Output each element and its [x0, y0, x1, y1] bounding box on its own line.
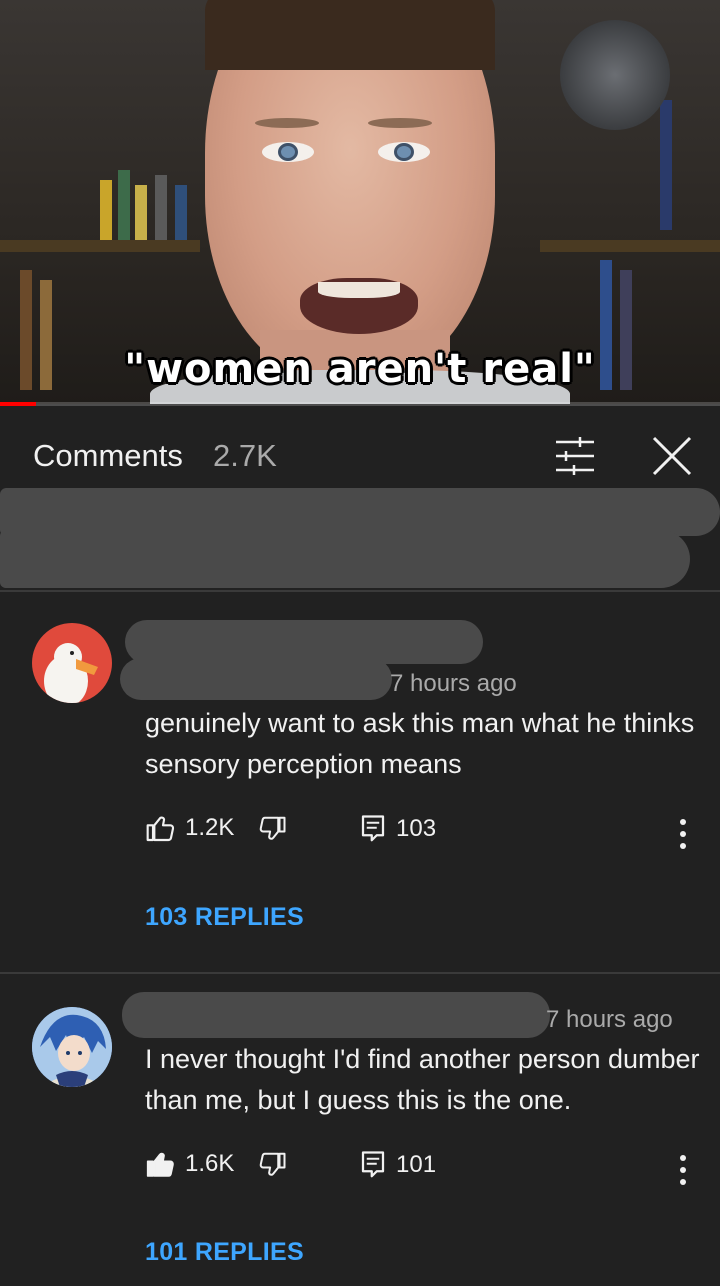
reply-icon [361, 815, 385, 842]
reply-button[interactable]: 103 [360, 814, 436, 844]
redacted-username [122, 992, 550, 1038]
bookshelf [540, 240, 720, 252]
book [155, 175, 167, 240]
duck-avatar[interactable] [32, 623, 112, 703]
comment-text: I never thought I'd find another person … [145, 1044, 700, 1115]
thumbs-up-filled-icon [146, 1152, 174, 1177]
redacted-area [0, 488, 720, 536]
bookshelf [0, 240, 200, 252]
redacted-username [120, 658, 392, 700]
view-replies-link[interactable]: 101 REPLIES [145, 1238, 304, 1267]
comment-timestamp: 7 hours ago [546, 1006, 673, 1033]
eye [378, 142, 430, 162]
reply-count: 101 [396, 1151, 437, 1178]
thumbs-up-icon [146, 816, 175, 842]
like-count: 1.2K [185, 814, 235, 841]
teeth [318, 282, 400, 298]
eyebrow [368, 118, 432, 128]
thumbs-down-icon [259, 1152, 286, 1176]
reply-count: 103 [396, 815, 437, 842]
book [118, 170, 130, 240]
close-button[interactable] [650, 434, 694, 478]
dislike-button[interactable] [257, 1150, 287, 1180]
more-vertical-icon [680, 1155, 686, 1185]
like-button[interactable]: 1.2K [145, 812, 234, 844]
comments-header: Comments 2.7K [0, 406, 720, 500]
reply-button[interactable]: 101 [360, 1150, 436, 1180]
anime-character-avatar[interactable] [32, 1007, 112, 1087]
book [175, 185, 187, 240]
person-hair [205, 0, 495, 70]
close-icon [652, 436, 692, 476]
comment-actions: 1.6K 101 [145, 1146, 705, 1186]
comment-timestamp: 7 hours ago [390, 670, 517, 697]
comments-title: Comments [33, 438, 183, 473]
more-options-button[interactable] [668, 814, 698, 854]
redacted-area [0, 530, 690, 588]
sliders-icon [556, 437, 594, 475]
reply-icon [361, 1151, 385, 1178]
book [660, 100, 672, 230]
anime-character-icon [32, 1007, 112, 1087]
sort-filter-button[interactable] [552, 436, 598, 476]
view-replies-link[interactable]: 103 REPLIES [145, 903, 304, 932]
eye [262, 142, 314, 162]
dislike-button[interactable] [257, 814, 287, 844]
book [135, 185, 147, 240]
comment-text: genuinely want to ask this man what he t… [145, 708, 695, 779]
comment-actions: 1.2K 103 [145, 810, 705, 850]
video-caption: "women aren't real" [124, 346, 596, 392]
video-player[interactable]: "women aren't real" [0, 0, 720, 404]
like-count: 1.6K [185, 1150, 235, 1177]
book [100, 180, 112, 240]
eyebrow [255, 118, 319, 128]
comments-count: 2.7K [213, 438, 277, 473]
comment: 7 hours ago genuinely want to ask this m… [0, 590, 720, 972]
duck-icon [44, 643, 98, 703]
thumbs-down-icon [259, 816, 286, 840]
lamp [560, 20, 670, 130]
more-vertical-icon [680, 819, 686, 849]
comment: 7 hours ago I never thought I'd find ano… [0, 974, 720, 1286]
like-button[interactable]: 1.6K [145, 1148, 234, 1180]
more-options-button[interactable] [668, 1150, 698, 1190]
